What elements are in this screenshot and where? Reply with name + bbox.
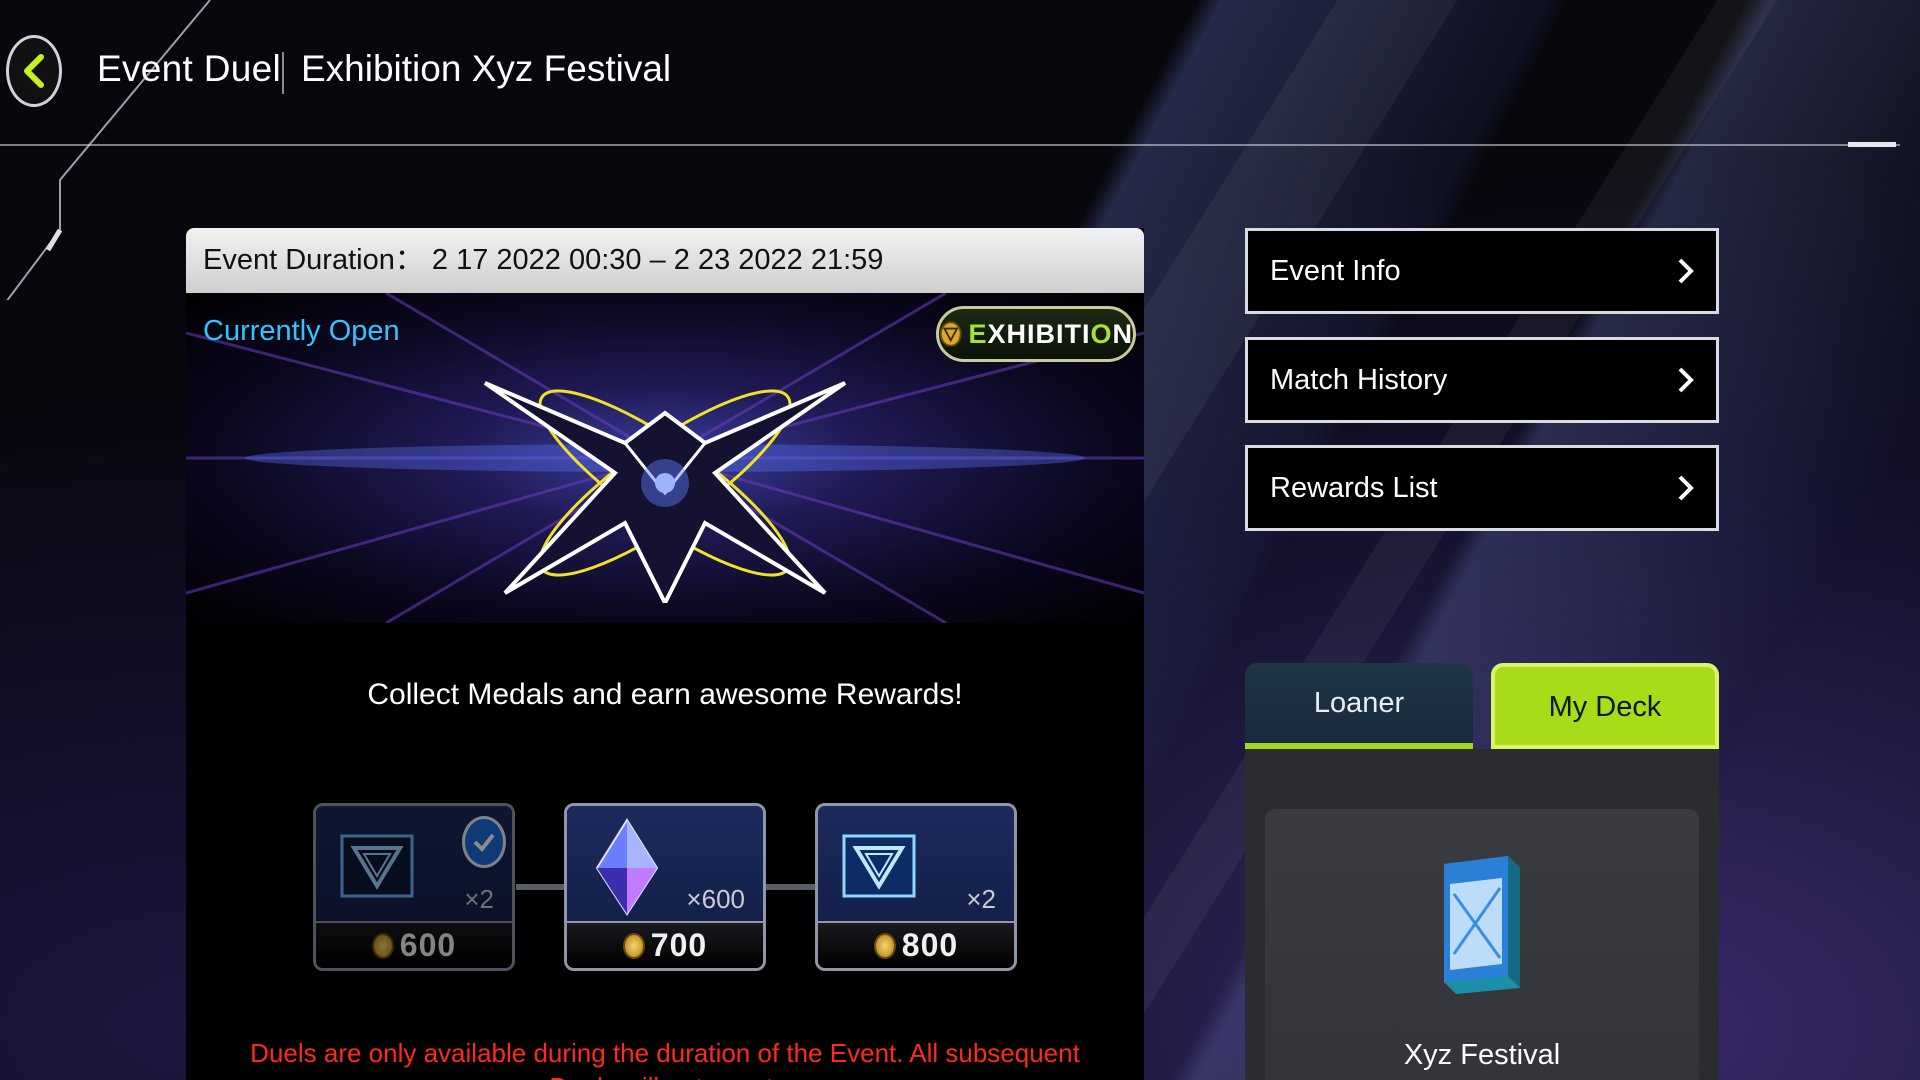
event-warning: Duels are only available during the dura… (250, 1038, 1080, 1080)
event-info-button[interactable]: Event Info (1245, 228, 1719, 314)
tab-my-deck[interactable]: My Deck (1491, 663, 1719, 749)
title-separator (282, 52, 284, 94)
chevron-right-icon (1678, 475, 1694, 501)
reward-cost: 600 (316, 921, 512, 968)
reward-cost-value: 700 (650, 927, 708, 963)
reward-quantity: ×2 (464, 884, 494, 914)
chevron-right-icon (1678, 367, 1694, 393)
reward-cost-value: 800 (901, 927, 959, 963)
orb-icon (842, 834, 916, 898)
rewards-list-button[interactable]: Rewards List (1245, 445, 1719, 531)
orb-icon (340, 834, 414, 898)
tab-loaner[interactable]: Loaner (1245, 663, 1473, 749)
match-history-button[interactable]: Match History (1245, 337, 1719, 423)
deck-name: Xyz Festival (1403, 1039, 1561, 1071)
deck-card[interactable]: Xyz Festival (1265, 809, 1699, 1080)
deck-panel: Xyz Festival (1245, 749, 1719, 1080)
gem-icon (595, 818, 659, 916)
rewards-list-label: Rewards List (1270, 472, 1438, 504)
reward-tier-3[interactable]: ×2 800 (815, 803, 1017, 971)
event-duration: Event Duration： 2 17 2022 00:30 – 2 23 2… (186, 228, 1144, 293)
event-status: Currently Open (203, 315, 400, 347)
reward-quantity: ×2 (966, 884, 996, 914)
xyz-logo (483, 381, 847, 603)
badge-letter-e: E (968, 318, 988, 349)
event-info-label: Event Info (1270, 255, 1401, 287)
medal-coin-icon (873, 932, 896, 959)
badge-letter-o: O (1090, 318, 1113, 349)
badge-text-end: N (1112, 318, 1133, 349)
reward-quantity: ×600 (686, 884, 745, 914)
reward-cost: 700 (567, 921, 763, 968)
medal-icon (939, 321, 962, 347)
reward-cost-value: 600 (399, 927, 457, 963)
reward-cost: 800 (818, 921, 1014, 968)
header-divider (0, 144, 1900, 146)
event-tagline: Collect Medals and earn awesome Rewards! (367, 678, 963, 711)
event-duration-label: Event Duration： (203, 244, 424, 276)
badge-text: XHIBITI (987, 318, 1091, 349)
medal-coin-icon (371, 932, 394, 959)
medal-coin-icon (622, 932, 645, 959)
reward-item: ×600 (567, 806, 763, 926)
page-title: Event Duel (97, 48, 281, 89)
reward-item: ×2 (316, 806, 512, 926)
back-button[interactable] (6, 35, 62, 107)
event-panel: Event Duration： 2 17 2022 00:30 – 2 23 2… (186, 228, 1144, 1080)
event-duration-value: 2 17 2022 00:30 – 2 23 2022 21:59 (431, 244, 884, 276)
event-name: Exhibition Xyz Festival (301, 48, 672, 89)
exhibition-badge: EXHIBITION (936, 306, 1136, 362)
event-banner: Currently Open EXHIBITION (186, 293, 1144, 623)
claimed-check-icon (462, 816, 506, 868)
chevron-right-icon (1678, 258, 1694, 284)
reward-tier-2[interactable]: ×600 700 (564, 803, 766, 971)
reward-tier-1[interactable]: ×2 600 (313, 803, 515, 971)
chevron-left-icon (24, 54, 44, 88)
reward-connector (766, 884, 822, 890)
deck-box-icon (1444, 856, 1520, 994)
match-history-label: Match History (1270, 364, 1448, 396)
reward-item: ×2 (818, 806, 1014, 926)
header-divider-tick (1848, 142, 1896, 147)
